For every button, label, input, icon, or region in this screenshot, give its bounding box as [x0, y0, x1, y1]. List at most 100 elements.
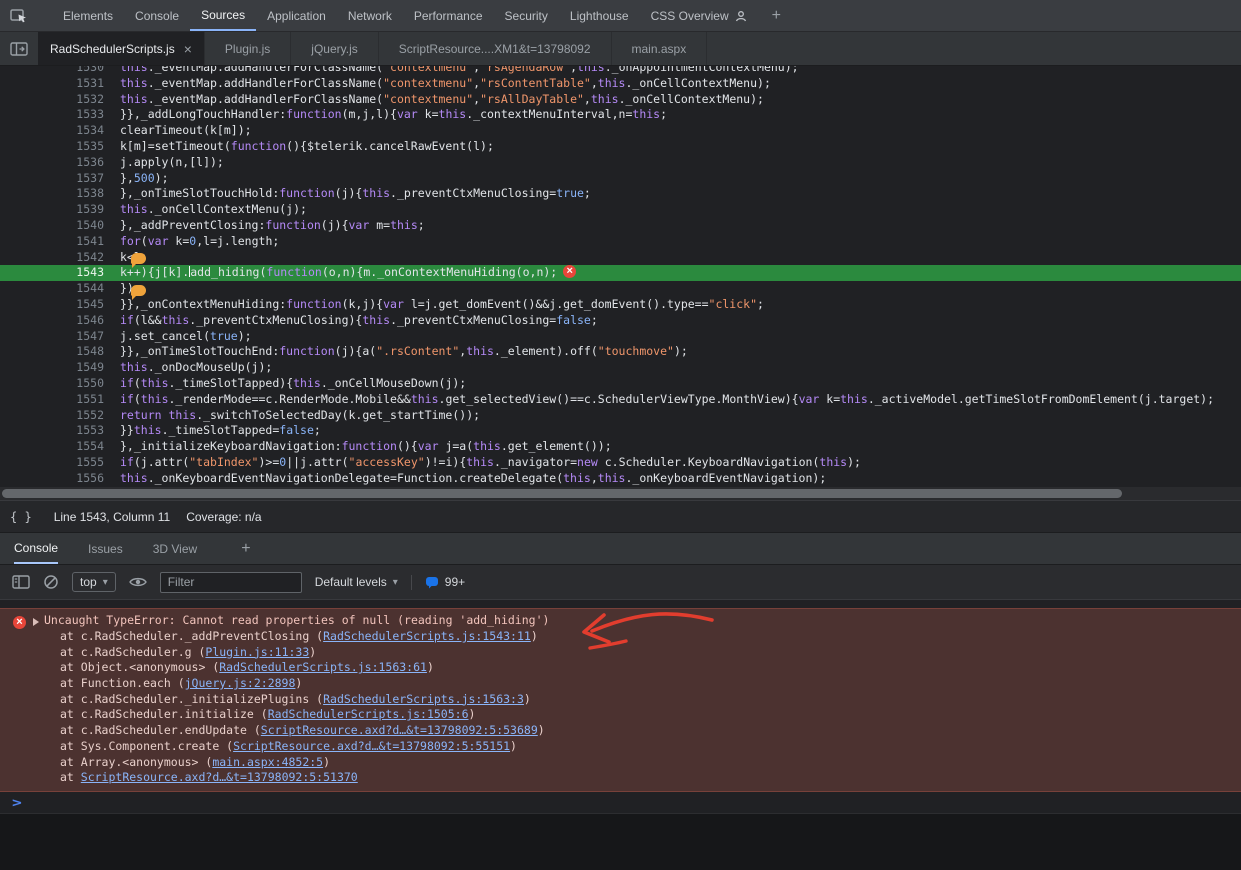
stack-link[interactable]: ScriptResource.axd?d…&t=13798092:5:55151	[233, 739, 510, 753]
stack-link[interactable]: Plugin.js:11:33	[205, 645, 309, 659]
line-number[interactable]: 1532	[0, 92, 104, 108]
panel-tab-security[interactable]: Security	[494, 0, 559, 31]
editor-horizontal-scrollbar[interactable]	[0, 487, 1241, 500]
code-text[interactable]: },_onTimeSlotTouchHold:function(j){this.…	[120, 186, 591, 202]
panel-tab-performance[interactable]: Performance	[403, 0, 494, 31]
drawer-tab-issues[interactable]: Issues	[88, 533, 123, 564]
code-text[interactable]: k[m]=setTimeout(function(){$telerik.canc…	[120, 139, 494, 155]
drawer-tab-console[interactable]: Console	[14, 533, 58, 564]
code-text[interactable]: j.set_cancel(true);	[120, 329, 252, 345]
issues-counter[interactable]: 99+	[425, 575, 465, 589]
stack-link[interactable]: RadSchedulerScripts.js:1505:6	[268, 707, 469, 721]
file-tab-jquery-js[interactable]: jQuery.js	[291, 32, 378, 65]
line-number[interactable]: 1550	[0, 376, 104, 392]
code-text[interactable]: for(var k=0,l=j.length;	[120, 234, 279, 250]
log-levels-dropdown[interactable]: Default levels	[315, 575, 398, 589]
line-number[interactable]: 1531	[0, 76, 104, 92]
line-number[interactable]: 1551	[0, 392, 104, 408]
line-number[interactable]: 1541	[0, 234, 104, 250]
live-expression-eye-icon[interactable]	[129, 576, 147, 588]
line-number[interactable]: 1555	[0, 455, 104, 471]
code-text[interactable]: if(this._renderMode==c.RenderMode.Mobile…	[120, 392, 1214, 408]
line-number[interactable]: 1544	[0, 281, 104, 297]
stack-link[interactable]: jQuery.js:2:2898	[185, 676, 296, 690]
line-number[interactable]: 1530	[0, 66, 104, 76]
code-text[interactable]: this._eventMap.addHandlerForClassName("c…	[120, 76, 771, 92]
close-icon[interactable]: ×	[184, 43, 192, 55]
toggle-navigator-icon[interactable]	[0, 32, 38, 65]
logpoint-marker[interactable]	[131, 253, 146, 264]
scrollbar-thumb[interactable]	[2, 489, 1122, 498]
code-text[interactable]: }},_onContextMenuHiding:function(k,j){va…	[120, 297, 764, 313]
line-number[interactable]: 1533	[0, 107, 104, 123]
line-number[interactable]: 1536	[0, 155, 104, 171]
line-number[interactable]: 1546	[0, 313, 104, 329]
clear-console-icon[interactable]	[43, 574, 59, 590]
line-number[interactable]: 1537	[0, 171, 104, 187]
code-text[interactable]: if(l&&this._preventCtxMenuClosing){this.…	[120, 313, 598, 329]
add-drawer-tab-button[interactable]: +	[227, 533, 264, 564]
code-text[interactable]: this._onCellContextMenu(j);	[120, 202, 307, 218]
line-number[interactable]: 1543	[0, 265, 104, 281]
code-text[interactable]: this._eventMap.addHandlerForClassName("c…	[120, 92, 764, 108]
panel-tab-elements[interactable]: Elements	[52, 0, 124, 31]
pretty-print-button[interactable]: { }	[10, 510, 32, 524]
stack-link[interactable]: RadSchedulerScripts.js:1563:3	[323, 692, 524, 706]
line-number[interactable]: 1545	[0, 297, 104, 313]
code-text[interactable]: this._onDocMouseUp(j);	[120, 360, 272, 376]
code-text[interactable]: if(this._timeSlotTapped){this._onCellMou…	[120, 376, 466, 392]
line-number[interactable]: 1538	[0, 186, 104, 202]
console-sidebar-icon[interactable]	[12, 575, 30, 589]
line-number[interactable]: 1540	[0, 218, 104, 234]
code-text[interactable]: return this._switchToSelectedDay(k.get_s…	[120, 408, 480, 424]
code-text[interactable]: k++){j[k].add_hiding(function(o,n){m._on…	[120, 265, 576, 281]
inspect-icon[interactable]	[0, 0, 38, 31]
stack-link[interactable]: main.aspx:4852:5	[212, 755, 323, 769]
code-text[interactable]: },_initializeKeyboardNavigation:function…	[120, 439, 612, 455]
code-text[interactable]: this._eventMap.addHandlerForClassName("c…	[120, 66, 799, 76]
code-text[interactable]: j.apply(n,[l]);	[120, 155, 224, 171]
line-number[interactable]: 1552	[0, 408, 104, 424]
panel-tab-network[interactable]: Network	[337, 0, 403, 31]
panel-tab-lighthouse[interactable]: Lighthouse	[559, 0, 640, 31]
line-number[interactable]: 1535	[0, 139, 104, 155]
line-number[interactable]: 1548	[0, 344, 104, 360]
expand-triangle-icon[interactable]	[33, 618, 39, 626]
code-text[interactable]: },500);	[120, 171, 169, 187]
code-text[interactable]: }},_addLongTouchHandler:function(m,j,l){…	[120, 107, 667, 123]
file-tab-main-aspx[interactable]: main.aspx	[612, 32, 708, 65]
console-prompt[interactable]: >	[0, 793, 1241, 815]
code-text[interactable]: }}this._timeSlotTapped=false;	[120, 423, 321, 439]
logpoint-marker[interactable]	[131, 285, 146, 296]
code-text[interactable]: }},_onTimeSlotTouchEnd:function(j){a(".r…	[120, 344, 688, 360]
line-number[interactable]: 1542	[0, 250, 104, 266]
line-number[interactable]: 1556	[0, 471, 104, 487]
panel-tab-css-overview[interactable]: CSS Overview	[640, 0, 758, 31]
stack-link[interactable]: RadSchedulerScripts.js:1543:11	[323, 629, 531, 643]
file-tab-radschedulerscripts-js[interactable]: RadSchedulerScripts.js×	[38, 32, 205, 65]
panel-tab-console[interactable]: Console	[124, 0, 190, 31]
panel-tab-sources[interactable]: Sources	[190, 0, 256, 31]
more-panels-button[interactable]: +	[758, 0, 795, 31]
drawer-tab-3d-view[interactable]: 3D View	[153, 533, 197, 564]
stack-link[interactable]: ScriptResource.axd?d…&t=13798092:5:53689	[261, 723, 538, 737]
code-text[interactable]: if(j.attr("tabIndex")>=0||j.attr("access…	[120, 455, 861, 471]
line-number[interactable]: 1549	[0, 360, 104, 376]
file-tab-scriptresource-xm1-t-13798092[interactable]: ScriptResource....XM1&t=13798092	[379, 32, 612, 65]
line-error-icon[interactable]	[563, 265, 576, 278]
code-text[interactable]: },_addPreventClosing:function(j){var m=t…	[120, 218, 425, 234]
filter-input[interactable]	[160, 572, 302, 593]
line-number[interactable]: 1539	[0, 202, 104, 218]
context-selector[interactable]: top	[72, 572, 116, 592]
file-tab-plugin-js[interactable]: Plugin.js	[205, 32, 291, 65]
source-editor[interactable]: 1530 this._eventMap.addHandlerForClassNam…	[0, 66, 1241, 487]
line-number[interactable]: 1554	[0, 439, 104, 455]
stack-link[interactable]: RadSchedulerScripts.js:1563:61	[219, 660, 427, 674]
line-number[interactable]: 1547	[0, 329, 104, 345]
line-number[interactable]: 1534	[0, 123, 104, 139]
stack-link[interactable]: ScriptResource.axd?d…&t=13798092:5:51370	[81, 770, 358, 784]
code-text[interactable]: this._onKeyboardEventNavigationDelegate=…	[120, 471, 826, 487]
line-number[interactable]: 1553	[0, 423, 104, 439]
code-text[interactable]: clearTimeout(k[m]);	[120, 123, 252, 139]
panel-tab-application[interactable]: Application	[256, 0, 337, 31]
